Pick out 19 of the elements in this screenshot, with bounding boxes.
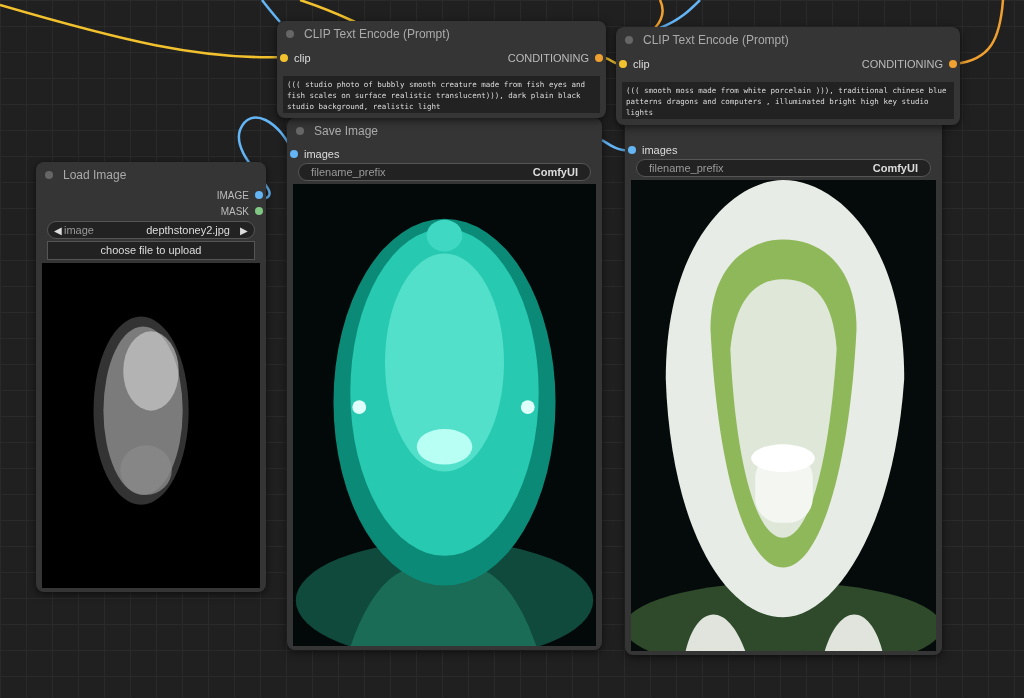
right-arrow-icon: ▶	[240, 222, 248, 238]
input-label: clip	[633, 56, 650, 72]
input-label: images	[304, 146, 340, 162]
node-title: Load Image	[63, 166, 127, 184]
image-dropdown[interactable]: ◀ image depthstoney2.jpg ▶	[47, 221, 255, 239]
filename-field[interactable]: filename_prefix ComfyUI	[298, 163, 591, 181]
node-title: Save Image	[314, 122, 379, 140]
filename-field[interactable]: filename_prefix ComfyUI	[636, 159, 931, 177]
output-label: MASK	[220, 204, 249, 219]
output-label: CONDITIONING	[507, 50, 589, 66]
output-label: IMAGE	[216, 188, 249, 203]
wire	[299, 0, 356, 24]
input-label: clip	[294, 50, 311, 66]
output-label: CONDITIONING	[861, 56, 943, 72]
input-label: images	[642, 142, 678, 158]
left-arrow-icon: ◀	[54, 222, 62, 238]
node-title: CLIP Text Encode (Prompt)	[304, 25, 450, 43]
node-title: CLIP Text Encode (Prompt)	[643, 31, 789, 49]
upload-button[interactable]: choose file to upload	[47, 241, 255, 260]
